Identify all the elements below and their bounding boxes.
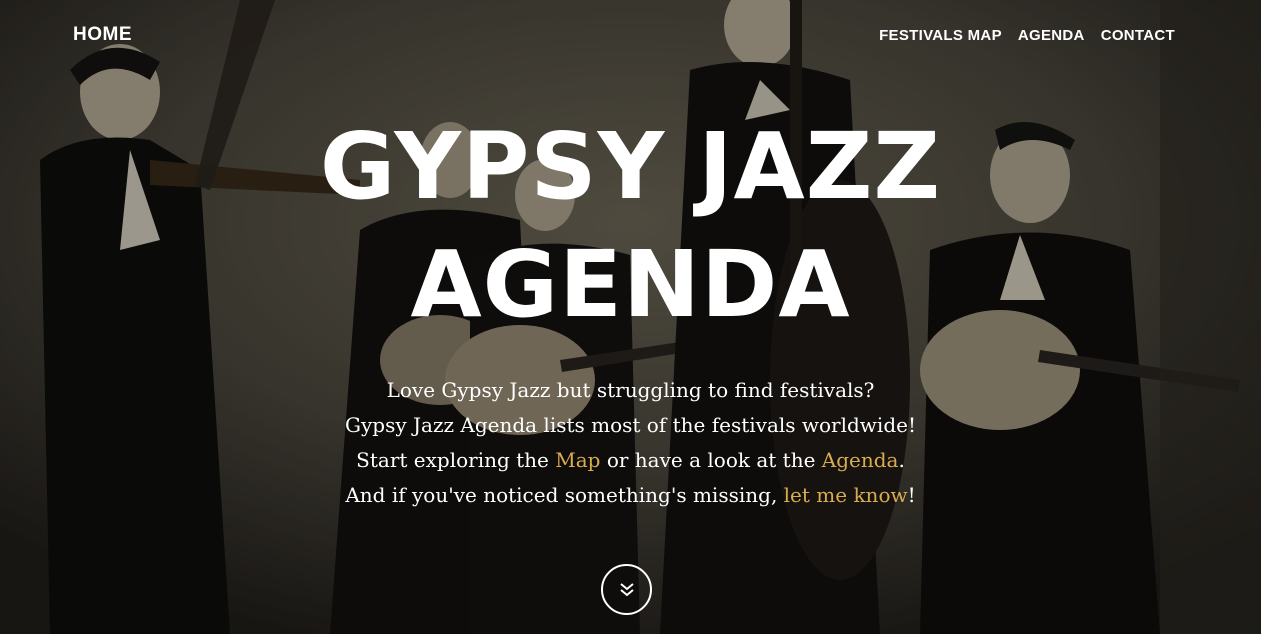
nav-contact-link[interactable]: CONTACT xyxy=(1101,27,1175,44)
nav-home-link[interactable]: HOME xyxy=(73,24,132,46)
intro-text: Love Gypsy Jazz but struggling to find f… xyxy=(0,373,1261,513)
intro-line-4-suffix: ! xyxy=(907,483,916,507)
intro-line-3-prefix: Start exploring the xyxy=(356,448,556,472)
title-line-1: GYPSY JAZZ xyxy=(319,113,942,220)
intro-line-3: Start exploring the Map or have a look a… xyxy=(0,443,1261,478)
nav-agenda-link[interactable]: AGENDA xyxy=(1018,27,1085,44)
intro-line-3-middle: or have a look at the xyxy=(600,448,822,472)
agenda-link[interactable]: Agenda xyxy=(822,448,899,472)
intro-line-4: And if you've noticed something's missin… xyxy=(0,478,1261,513)
intro-line-4-prefix: And if you've noticed something's missin… xyxy=(345,483,784,507)
page-title: GYPSY JAZZ AGENDA xyxy=(0,108,1261,344)
contact-link[interactable]: let me know xyxy=(784,483,908,507)
intro-line-1: Love Gypsy Jazz but struggling to find f… xyxy=(386,378,875,402)
map-link[interactable]: Map xyxy=(555,448,600,472)
double-chevron-down-icon xyxy=(619,582,634,596)
intro-line-2: Gypsy Jazz Agenda lists most of the fest… xyxy=(345,413,916,437)
nav-festivals-map-link[interactable]: FESTIVALS MAP xyxy=(879,27,1002,44)
main-navigation: FESTIVALS MAP AGENDA CONTACT xyxy=(879,27,1175,44)
scroll-down-button[interactable] xyxy=(601,564,652,615)
title-line-2: AGENDA xyxy=(410,231,851,338)
hero-section: HOME FESTIVALS MAP AGENDA CONTACT GYPSY … xyxy=(0,0,1261,634)
intro-line-3-suffix: . xyxy=(898,448,905,472)
